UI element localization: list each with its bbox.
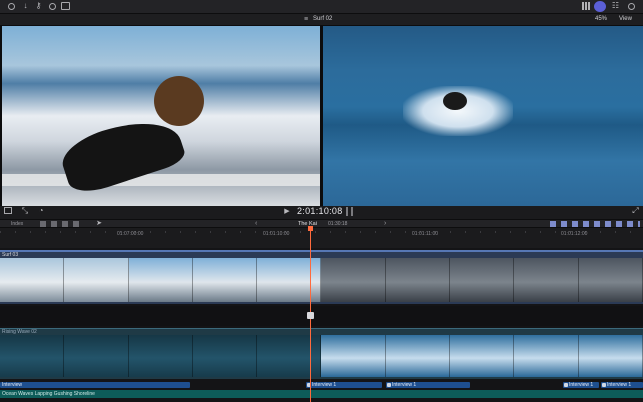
viewer-title: Surf 02: [313, 16, 333, 22]
viewer-angle-right[interactable]: [323, 26, 643, 206]
role-label: Interview: [2, 382, 23, 388]
viewer-angle-left[interactable]: [2, 26, 320, 206]
project-duration: 01:30:18: [328, 221, 348, 227]
role-label: Interview 1: [569, 382, 594, 388]
import-media-icon[interactable]: [8, 3, 15, 10]
role-label: Interview 1: [392, 382, 417, 388]
timecode-display[interactable]: 2:01:10:08: [297, 206, 343, 216]
download-arrow-icon[interactable]: ↓: [21, 1, 30, 11]
circle-settings-icon[interactable]: [628, 3, 635, 10]
role-label: Interview 1: [607, 382, 632, 388]
top-toolbar: ↓ ⚷ ☷: [0, 0, 643, 14]
checkbox-icon: [387, 383, 391, 387]
viewer: [0, 26, 643, 206]
index-button[interactable]: Index: [11, 221, 23, 227]
role-clip-interview-1[interactable]: Interview 1: [386, 382, 470, 388]
timeline-view-icons[interactable]: [550, 221, 640, 227]
timeline-gap: [0, 306, 643, 326]
nav-back[interactable]: ‹: [255, 220, 257, 227]
playhead[interactable]: [307, 226, 314, 402]
inspector-icon[interactable]: ☷: [611, 1, 620, 11]
speed-icon[interactable]: ◔: [36, 206, 46, 216]
keywords-icon[interactable]: ⚷: [34, 1, 43, 11]
surfboard-shape: [2, 174, 320, 186]
check-circle-icon[interactable]: [49, 3, 56, 10]
ruler-tick-label: 01:07:00:00: [117, 231, 144, 237]
list-icon[interactable]: ≡: [302, 15, 310, 25]
tag-icon[interactable]: [61, 2, 70, 10]
timeline-tracks: Surf 03 Rising Wave 02 Interview Intervi…: [0, 248, 643, 402]
surfer-hair: [154, 76, 204, 126]
audio-meter-icon: [346, 207, 353, 216]
viewer-options-icon[interactable]: [4, 207, 12, 214]
skimmer-handle-icon[interactable]: [307, 312, 314, 319]
playhead-marker-icon[interactable]: [308, 226, 313, 231]
audio-clip-label: Ocean Waves Lapping Gushing Shoreline: [2, 391, 95, 397]
ruler-tick-label: 01:01:12:00: [561, 231, 588, 237]
ruler-tick-label: 01:01:10:00: [263, 231, 290, 237]
play-icon[interactable]: ▶: [283, 207, 291, 217]
surfer-paddling: [443, 92, 467, 110]
transform-tool-icon[interactable]: ⤡: [20, 206, 30, 216]
secondary-clip-rising-wave[interactable]: Rising Wave 02: [0, 328, 643, 379]
checkbox-icon: [564, 383, 568, 387]
role-clip-interview-1[interactable]: Interview 1: [306, 382, 382, 388]
viewer-header: ≡ Surf 02 45% View: [0, 14, 643, 26]
role-clip-interview-1[interactable]: Interview 1: [601, 382, 643, 388]
role-clip-interview-1[interactable]: Interview 1: [563, 382, 599, 388]
edit-buttons-icon[interactable]: [40, 221, 80, 227]
clip-filmstrip: [0, 258, 643, 302]
primary-clip-surf-03[interactable]: Surf 03: [0, 250, 643, 304]
nav-forward[interactable]: ›: [384, 220, 386, 227]
profile-avatar-icon[interactable]: [594, 1, 606, 12]
audio-clip-ocean-waves[interactable]: Ocean Waves Lapping Gushing Shoreline: [0, 390, 643, 398]
clip-filmstrip: [0, 335, 643, 377]
timeline-toolbar: Index ➤ ‹ The Kai 01:30:18 ›: [0, 219, 643, 228]
zoom-level[interactable]: 45%: [595, 16, 607, 22]
checkbox-icon: [602, 383, 606, 387]
ruler-ticks: [0, 231, 643, 233]
role-clip-interview[interactable]: Interview: [0, 382, 190, 388]
timeline-ruler[interactable]: 01:07:00:00 01:01:10:00 01:01:11:00 01:0…: [0, 228, 643, 248]
grid-view-icon[interactable]: [582, 2, 590, 10]
transport-bar: ⤡ ◔ ▶ 2:01:10:08 ⤢: [0, 206, 643, 219]
role-label: Interview 1: [312, 382, 337, 388]
fullscreen-icon[interactable]: ⤢: [631, 206, 640, 216]
ruler-tick-label: 01:01:11:00: [412, 231, 439, 237]
view-menu[interactable]: View: [619, 16, 632, 22]
